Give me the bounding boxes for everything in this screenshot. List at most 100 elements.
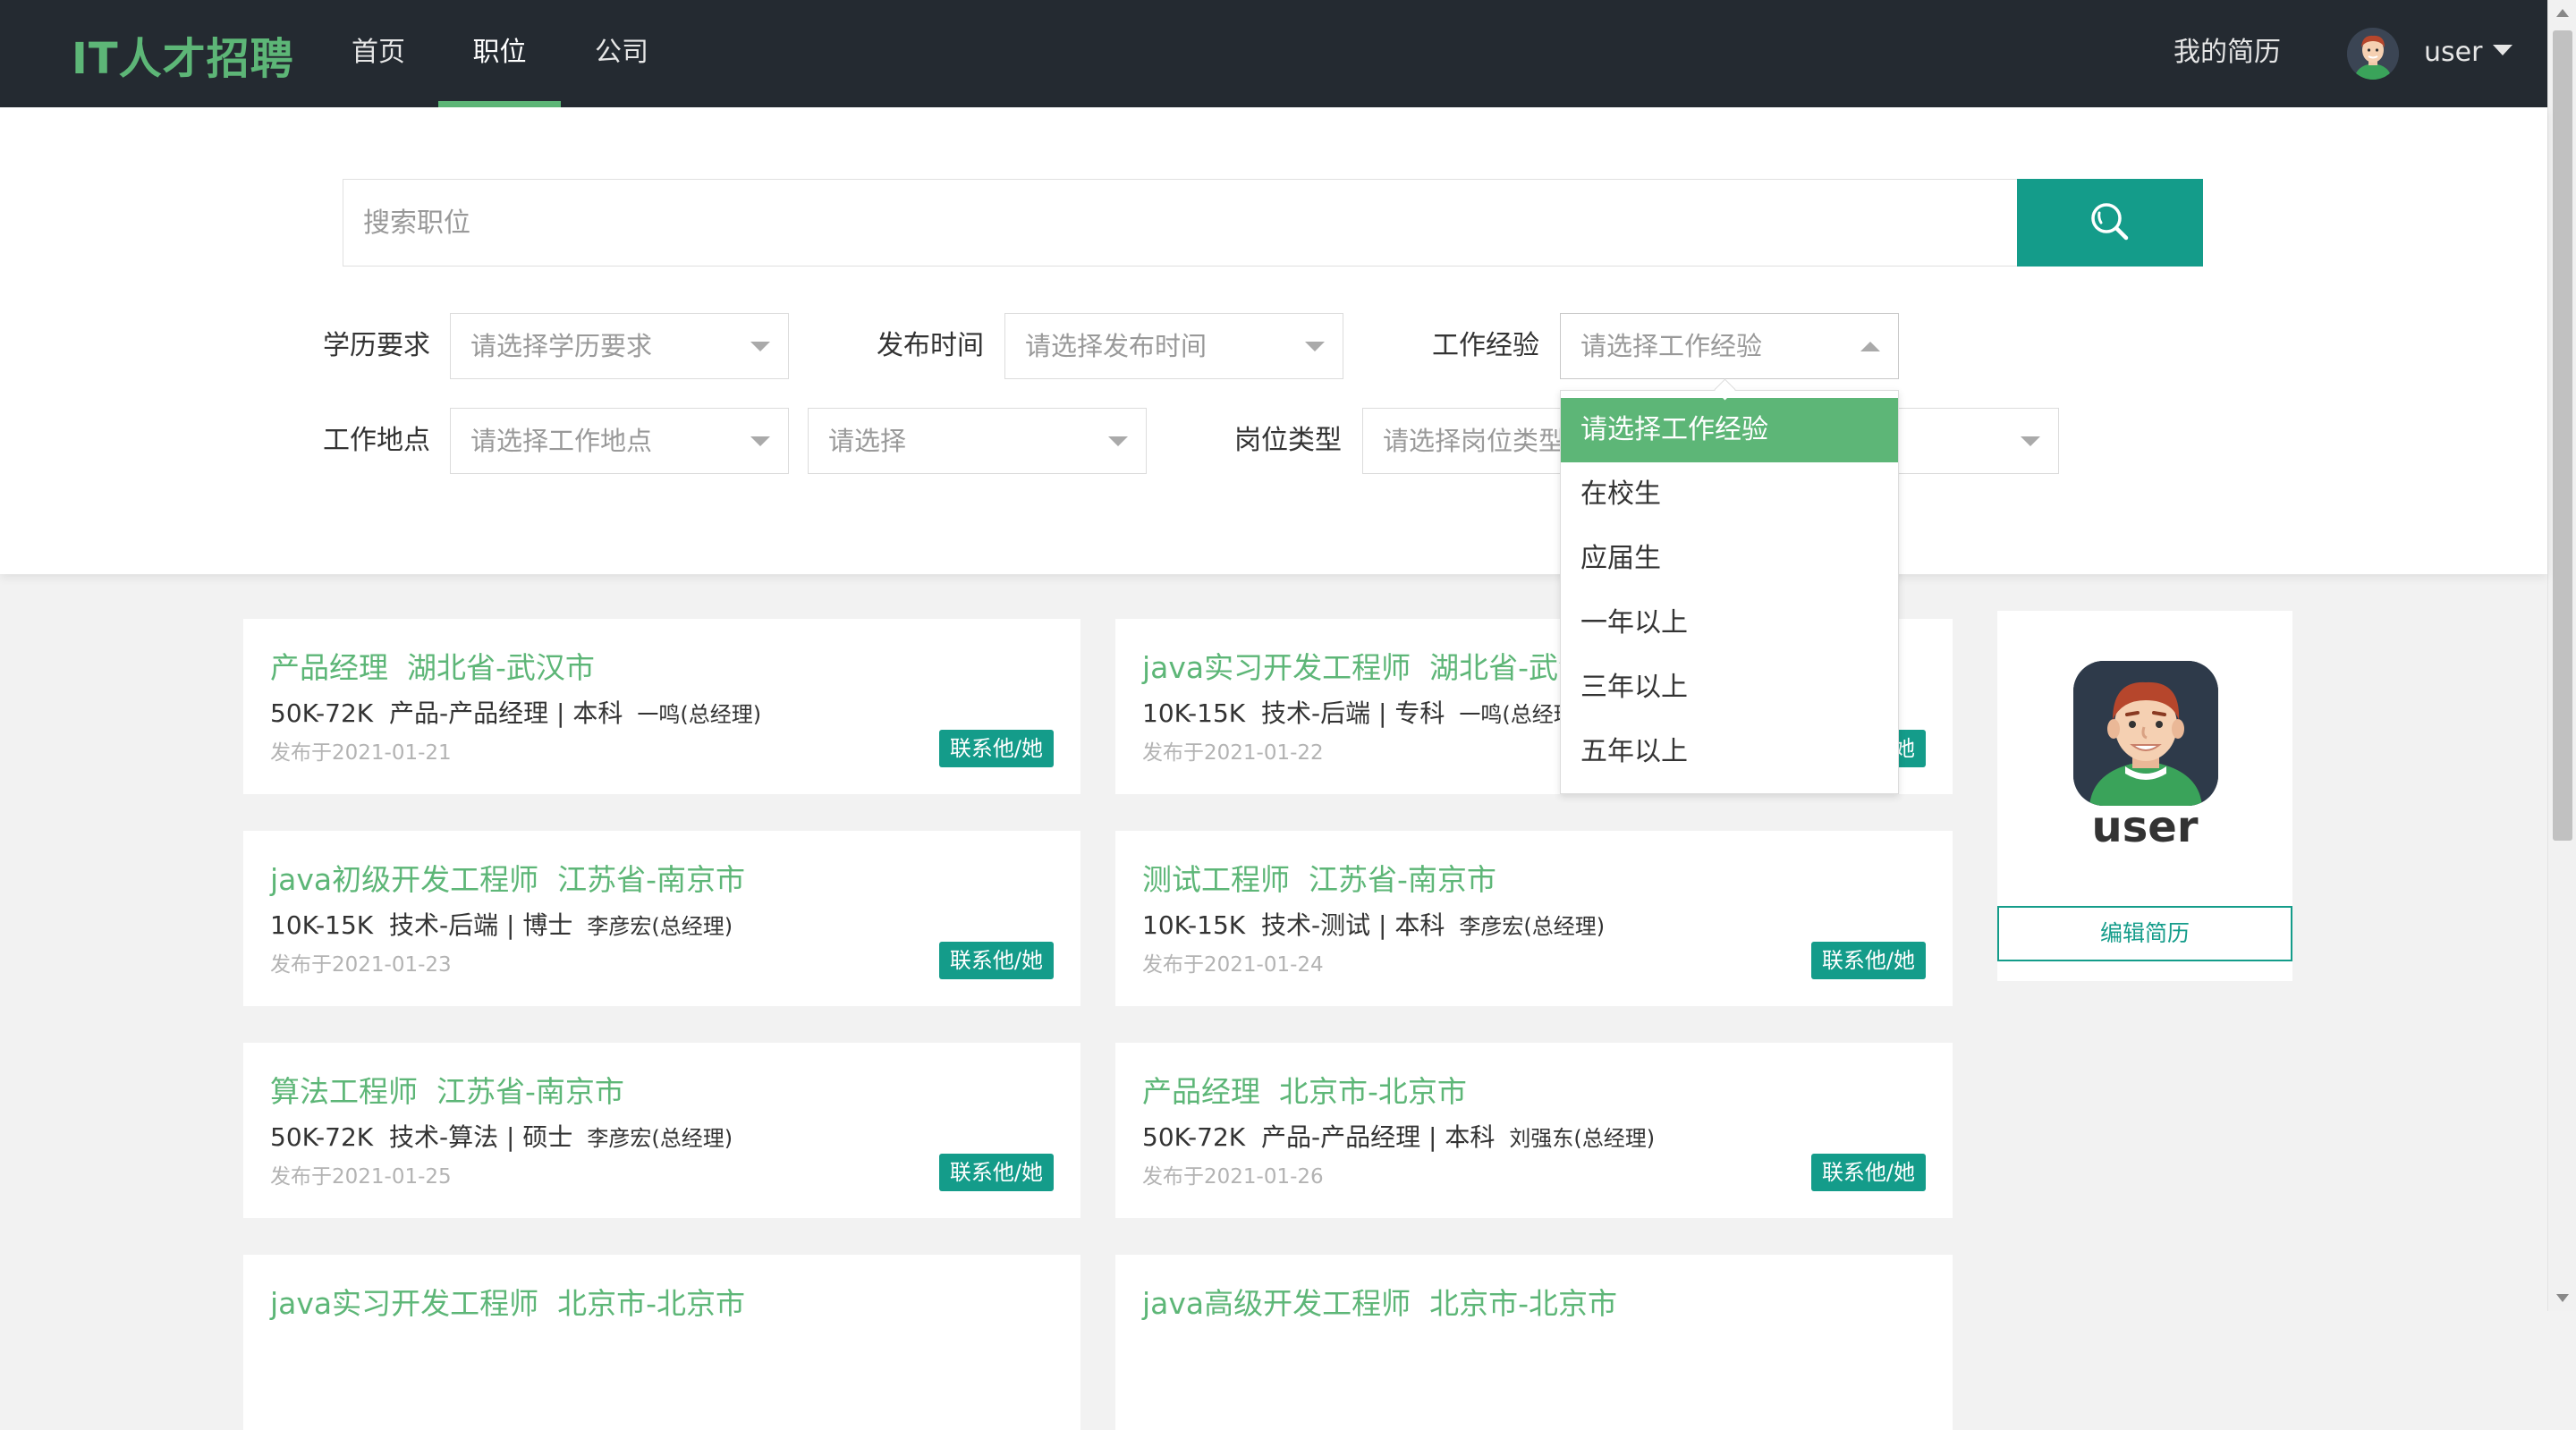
job-type-filter-label: 岗位类型 xyxy=(1234,425,1342,456)
job-location: 北京市-北京市 xyxy=(1429,1286,1618,1321)
job-location: 江苏省-南京市 xyxy=(436,1074,624,1109)
job-name: java初级开发工程师 xyxy=(270,862,539,897)
job-degree: 本科 xyxy=(572,698,623,728)
job-name: 测试工程师 xyxy=(1142,862,1290,897)
job-salary: 50K-72K xyxy=(270,1122,374,1152)
experience-select[interactable]: 请选择工作经验 xyxy=(1560,313,1899,379)
experience-filter-label: 工作经验 xyxy=(1432,330,1539,361)
job-title[interactable]: java实习开发工程师 北京市-北京市 xyxy=(270,1280,745,1323)
job-title[interactable]: java初级开发工程师 江苏省-南京市 xyxy=(270,856,745,899)
edit-resume-button[interactable]: 编辑简历 xyxy=(1997,906,2292,961)
user-menu-toggle[interactable]: user xyxy=(2424,0,2513,107)
province-select[interactable]: 请选择工作地点 xyxy=(450,408,789,474)
job-title[interactable]: java高级开发工程师 北京市-北京市 xyxy=(1142,1280,1617,1323)
experience-option-student[interactable]: 在校生 xyxy=(1561,462,1898,527)
job-publish-date: 发布于2021-01-22 xyxy=(1142,741,1324,765)
job-card[interactable]: java实习开发工程师 北京市-北京市 xyxy=(243,1255,1080,1430)
experience-option-graduate[interactable]: 应届生 xyxy=(1561,527,1898,591)
job-contact: 刘强东(总经理) xyxy=(1509,1126,1656,1151)
job-title[interactable]: 测试工程师 江苏省-南京市 xyxy=(1142,856,1496,899)
job-salary: 10K-15K xyxy=(1142,910,1246,940)
education-select[interactable]: 请选择学历要求 xyxy=(450,313,789,379)
job-degree: 本科 xyxy=(1394,910,1445,940)
job-salary: 10K-15K xyxy=(1142,698,1246,728)
site-logo[interactable]: IT人才招聘 xyxy=(72,23,294,86)
search-button[interactable] xyxy=(2017,179,2203,267)
job-salary: 50K-72K xyxy=(270,698,374,728)
job-info: 10K-15K 技术-后端 | 博士 李彦宏(总经理) xyxy=(270,910,733,940)
job-card[interactable]: 产品经理 湖北省-武汉市 50K-72K 产品-产品经理 | 本科 一鸣(总经理)… xyxy=(243,619,1080,794)
contact-button[interactable]: 联系他/她 xyxy=(1810,1154,1926,1191)
nav-companies[interactable]: 公司 xyxy=(594,0,649,107)
experience-option-5years[interactable]: 五年以上 xyxy=(1561,720,1898,784)
publish-time-select-placeholder: 请选择发布时间 xyxy=(1025,331,1208,361)
nav-jobs[interactable]: 职位 xyxy=(438,0,561,107)
city-select[interactable]: 请选择 xyxy=(808,408,1147,474)
nav-home[interactable]: 首页 xyxy=(351,0,406,107)
job-card[interactable]: 算法工程师 江苏省-南京市 50K-72K 技术-算法 | 硕士 李彦宏(总经理)… xyxy=(243,1043,1080,1218)
job-degree: 博士 xyxy=(522,910,573,940)
experience-option-1year[interactable]: 一年以上 xyxy=(1561,591,1898,656)
page-scrollbar[interactable] xyxy=(2547,0,2576,1311)
search-panel: 学历要求 请选择学历要求 发布时间 请选择发布时间 工作经验 请选择工作经验 工… xyxy=(0,107,2547,574)
job-name: java高级开发工程师 xyxy=(1142,1286,1411,1321)
job-info: 50K-72K 产品-产品经理 | 本科 刘强东(总经理) xyxy=(1142,1122,1656,1152)
job-category: 产品-产品经理 xyxy=(388,698,549,728)
job-degree: 本科 xyxy=(1445,1122,1496,1152)
nav-jobs-label: 职位 xyxy=(472,37,527,68)
chevron-down-icon xyxy=(1305,342,1325,351)
job-title[interactable]: 产品经理 湖北省-武汉市 xyxy=(270,644,595,687)
profile-card: user 编辑简历 xyxy=(1997,611,2292,981)
job-name: java实习开发工程师 xyxy=(270,1286,539,1321)
publish-time-select[interactable]: 请选择发布时间 xyxy=(1004,313,1343,379)
chevron-up-icon xyxy=(1860,342,1880,351)
job-category-select-placeholder: 请选择岗位类型 xyxy=(1383,426,1565,456)
job-title[interactable]: java实习开发工程师 湖北省-武汉市 xyxy=(1142,644,1617,687)
job-location: 江苏省-南京市 xyxy=(1308,862,1496,897)
job-degree: 专科 xyxy=(1394,698,1445,728)
scroll-up-icon[interactable] xyxy=(2556,9,2569,17)
profile-username: user xyxy=(2091,802,2199,852)
nav-active-indicator xyxy=(438,101,561,107)
publish-time-filter-label: 发布时间 xyxy=(877,330,984,361)
chevron-down-icon xyxy=(2021,436,2040,446)
search-icon xyxy=(2091,202,2129,240)
job-contact: 李彦宏(总经理) xyxy=(587,914,733,939)
chevron-down-icon xyxy=(1108,436,1128,446)
job-card[interactable]: 测试工程师 江苏省-南京市 10K-15K 技术-测试 | 本科 李彦宏(总经理)… xyxy=(1115,831,1953,1006)
contact-button[interactable]: 联系他/她 xyxy=(1810,942,1926,979)
experience-dropdown-menu: 请选择工作经验 在校生 应届生 一年以上 三年以上 五年以上 xyxy=(1560,390,1899,794)
job-contact: 李彦宏(总经理) xyxy=(587,1126,733,1151)
chevron-down-icon xyxy=(750,342,770,351)
city-select-placeholder: 请选择 xyxy=(828,426,907,456)
user-avatar[interactable] xyxy=(2347,28,2399,80)
job-publish-date: 发布于2021-01-24 xyxy=(1142,953,1324,977)
job-location: 湖北省-武汉市 xyxy=(406,650,595,685)
contact-button[interactable]: 联系他/她 xyxy=(938,942,1054,979)
job-card[interactable]: java初级开发工程师 江苏省-南京市 10K-15K 技术-后端 | 博士 李彦… xyxy=(243,831,1080,1006)
avatar-face-icon xyxy=(2347,28,2399,80)
profile-avatar xyxy=(2073,661,2218,806)
experience-option-3years[interactable]: 三年以上 xyxy=(1561,656,1898,720)
job-card[interactable]: java高级开发工程师 北京市-北京市 xyxy=(1115,1255,1953,1430)
job-name: 产品经理 xyxy=(1142,1074,1260,1109)
job-category: 技术-算法 xyxy=(388,1122,499,1152)
contact-button[interactable]: 联系他/她 xyxy=(938,730,1054,767)
job-card[interactable]: 产品经理 北京市-北京市 50K-72K 产品-产品经理 | 本科 刘强东(总经理… xyxy=(1115,1043,1953,1218)
top-navbar: IT人才招聘 首页 职位 公司 我的简历 user xyxy=(0,0,2547,107)
job-search-input[interactable] xyxy=(343,179,2017,267)
location-filter-label: 工作地点 xyxy=(323,425,430,456)
experience-option-none[interactable]: 请选择工作经验 xyxy=(1561,398,1898,462)
job-category: 技术-后端 xyxy=(1260,698,1371,728)
job-publish-date: 发布于2021-01-23 xyxy=(270,953,452,977)
scrollbar-thumb[interactable] xyxy=(2553,30,2572,841)
contact-button[interactable]: 联系他/她 xyxy=(938,1154,1054,1191)
my-resume-link[interactable]: 我的简历 xyxy=(2174,0,2281,107)
scroll-down-icon[interactable] xyxy=(2556,1294,2569,1302)
job-info: 10K-15K 技术-后端 | 专科 一鸣(总经理) xyxy=(1142,698,1584,728)
job-info: 50K-72K 技术-算法 | 硕士 李彦宏(总经理) xyxy=(270,1122,733,1152)
job-category: 技术-后端 xyxy=(388,910,499,940)
job-title[interactable]: 算法工程师 江苏省-南京市 xyxy=(270,1068,624,1111)
job-title[interactable]: 产品经理 北京市-北京市 xyxy=(1142,1068,1467,1111)
job-location: 江苏省-南京市 xyxy=(557,862,746,897)
